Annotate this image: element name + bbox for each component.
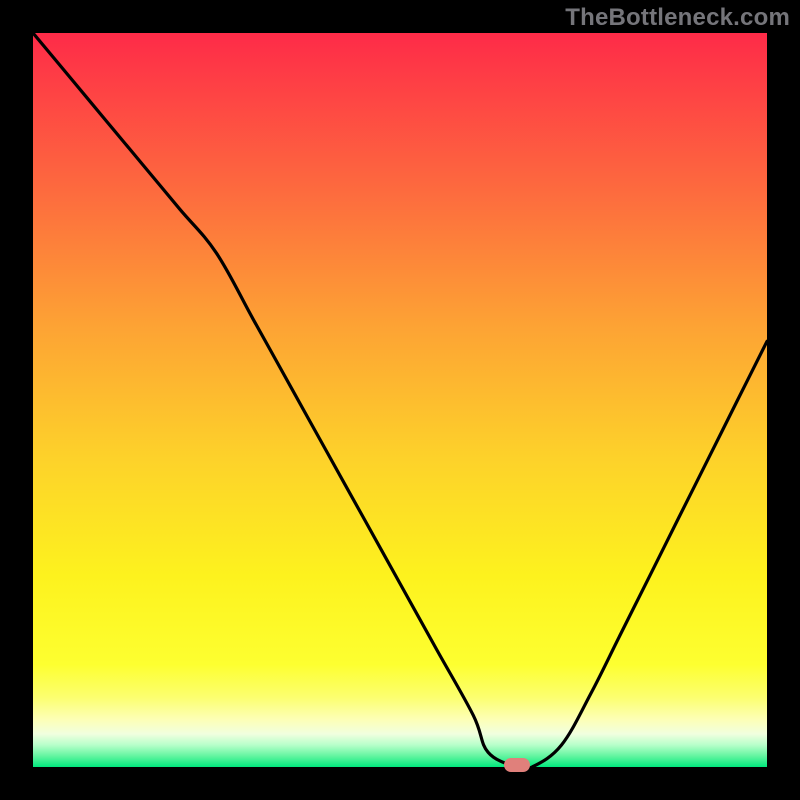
chart-frame: TheBottleneck.com bbox=[0, 0, 800, 800]
watermark-text: TheBottleneck.com bbox=[565, 4, 790, 32]
optimum-marker bbox=[504, 758, 530, 772]
chart-svg bbox=[33, 33, 767, 767]
gradient-background bbox=[33, 33, 767, 767]
plot-area bbox=[33, 33, 767, 767]
